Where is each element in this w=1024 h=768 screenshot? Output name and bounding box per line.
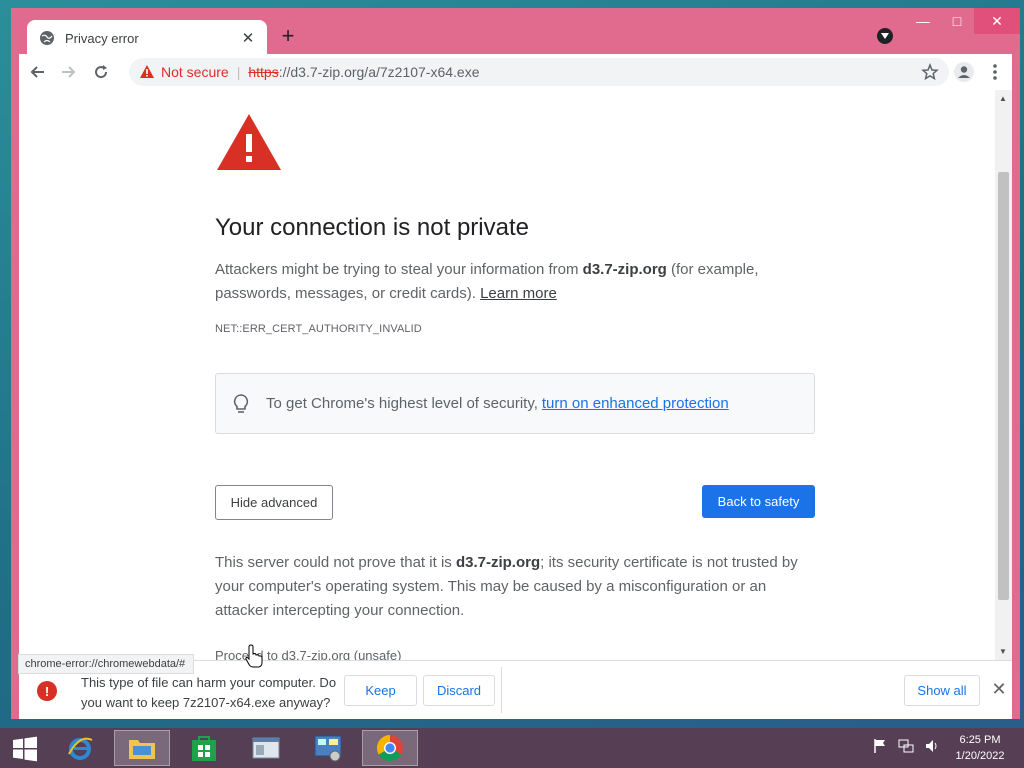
profile-avatar-button[interactable] xyxy=(952,60,976,84)
page-content: Your connection is not private Attackers… xyxy=(19,90,1012,660)
taskbar-store[interactable] xyxy=(176,730,232,766)
enhanced-protection-callout: To get Chrome's highest level of securit… xyxy=(215,373,815,434)
person-icon xyxy=(954,62,974,82)
danger-triangle-icon xyxy=(217,114,281,170)
proceed-unsafe-link[interactable]: Proceed to d3.7-zip.org (unsafe) xyxy=(215,648,401,660)
hand-cursor-icon xyxy=(245,644,263,668)
store-icon xyxy=(192,736,216,761)
warning-icon xyxy=(139,64,155,80)
new-tab-button[interactable]: + xyxy=(277,25,299,48)
lightbulb-icon xyxy=(232,393,250,415)
minimize-button[interactable]: — xyxy=(906,8,940,34)
status-url-tooltip: chrome-error://chromewebdata/# xyxy=(18,654,195,674)
taskbar-internet-explorer[interactable] xyxy=(52,730,108,766)
enhanced-protection-link[interactable]: turn on enhanced protection xyxy=(542,395,729,412)
maximize-button[interactable]: □ xyxy=(940,8,974,34)
omnibox-separator: | xyxy=(236,64,241,80)
error-code: NET::ERR_CERT_AUTHORITY_INVALID xyxy=(215,323,422,335)
control-panel-icon xyxy=(314,735,342,762)
taskbar-control-panel[interactable] xyxy=(300,730,356,766)
scroll-down-arrow-icon[interactable]: ▼ xyxy=(999,647,1007,656)
arrow-right-icon xyxy=(62,66,76,78)
callout-text: To get Chrome's highest level of securit… xyxy=(266,395,538,412)
close-window-button[interactable]: ✕ xyxy=(974,8,1020,34)
not-secure-label[interactable]: Not secure xyxy=(161,64,229,80)
browser-window: — □ ✕ Privacy error ✕ + Not secure | htt… xyxy=(11,8,1020,719)
keep-button[interactable]: Keep xyxy=(344,675,417,706)
chrome-icon xyxy=(376,734,403,762)
download-error-icon: ! xyxy=(37,681,57,701)
reload-icon xyxy=(95,65,108,79)
taskbar-app-window[interactable] xyxy=(238,730,294,766)
arrow-left-icon xyxy=(30,66,44,78)
tab-title: Privacy error xyxy=(65,30,139,46)
close-download-bar-icon[interactable]: ✕ xyxy=(989,679,1009,699)
back-button[interactable] xyxy=(23,58,51,86)
forward-button[interactable] xyxy=(55,58,83,86)
discard-button[interactable]: Discard xyxy=(423,675,495,706)
chevron-down-icon xyxy=(881,33,889,39)
hide-advanced-button[interactable]: Hide advanced xyxy=(215,485,333,520)
volume-icon[interactable] xyxy=(924,738,940,754)
tab-close-icon[interactable]: ✕ xyxy=(239,29,257,47)
clock-time: 6:25 PM xyxy=(959,734,1001,746)
start-button[interactable] xyxy=(6,734,44,764)
url-scheme: https xyxy=(248,64,279,80)
page-scrollbar[interactable]: ▲ ▼ xyxy=(995,90,1012,660)
address-bar[interactable]: Not secure | https ://d3.7-zip.org/a/7z2… xyxy=(129,58,949,86)
back-to-safety-button[interactable]: Back to safety xyxy=(702,485,815,518)
window-controls: — □ ✕ xyxy=(906,8,1020,36)
taskbar-chrome[interactable] xyxy=(362,730,418,766)
network-icon[interactable] xyxy=(898,738,914,754)
advanced-explanation: This server could not prove that it is d… xyxy=(215,551,815,623)
internet-explorer-icon xyxy=(68,737,93,760)
warning-description: Attackers might be trying to steal your … xyxy=(215,258,795,306)
show-all-button[interactable]: Show all xyxy=(904,675,980,706)
url-path: ://d3.7-zip.org/a/7z2107-x64.exe xyxy=(278,64,480,80)
scrollbar-thumb[interactable] xyxy=(998,172,1009,600)
window-app-icon xyxy=(252,737,280,759)
tab-privacy-error[interactable]: Privacy error ✕ xyxy=(27,20,267,56)
folder-icon xyxy=(129,740,155,759)
taskbar-file-explorer[interactable] xyxy=(114,730,170,766)
clock-date: 1/20/2022 xyxy=(955,750,1005,762)
desc-host: d3.7-zip.org xyxy=(582,261,667,278)
download-divider xyxy=(501,667,502,713)
flag-icon[interactable] xyxy=(872,738,888,754)
scroll-up-arrow-icon[interactable]: ▲ xyxy=(999,94,1007,103)
learn-more-link[interactable]: Learn more xyxy=(480,285,557,302)
system-tray xyxy=(872,738,940,754)
download-warning-text: This type of file can harm your computer… xyxy=(81,675,337,710)
bookmark-star-icon[interactable] xyxy=(921,63,939,81)
globe-icon xyxy=(39,30,55,46)
taskbar: 6:25 PM 1/20/2022 xyxy=(0,728,1024,768)
more-vert-icon xyxy=(993,64,997,80)
tab-search-button[interactable] xyxy=(877,28,893,44)
desc-text-1: Attackers might be trying to steal your … xyxy=(215,261,583,278)
page-title: Your connection is not private xyxy=(215,214,529,241)
explain-host: d3.7-zip.org xyxy=(455,554,541,571)
explain-text-1: This server could not prove that it is xyxy=(215,554,456,571)
taskbar-clock[interactable]: 6:25 PM 1/20/2022 xyxy=(944,732,1016,764)
toolbar: Not secure | https ://d3.7-zip.org/a/7z2… xyxy=(19,54,1012,90)
windows-logo-icon xyxy=(13,736,37,762)
reload-button[interactable] xyxy=(87,58,115,86)
menu-button[interactable] xyxy=(985,60,1005,84)
